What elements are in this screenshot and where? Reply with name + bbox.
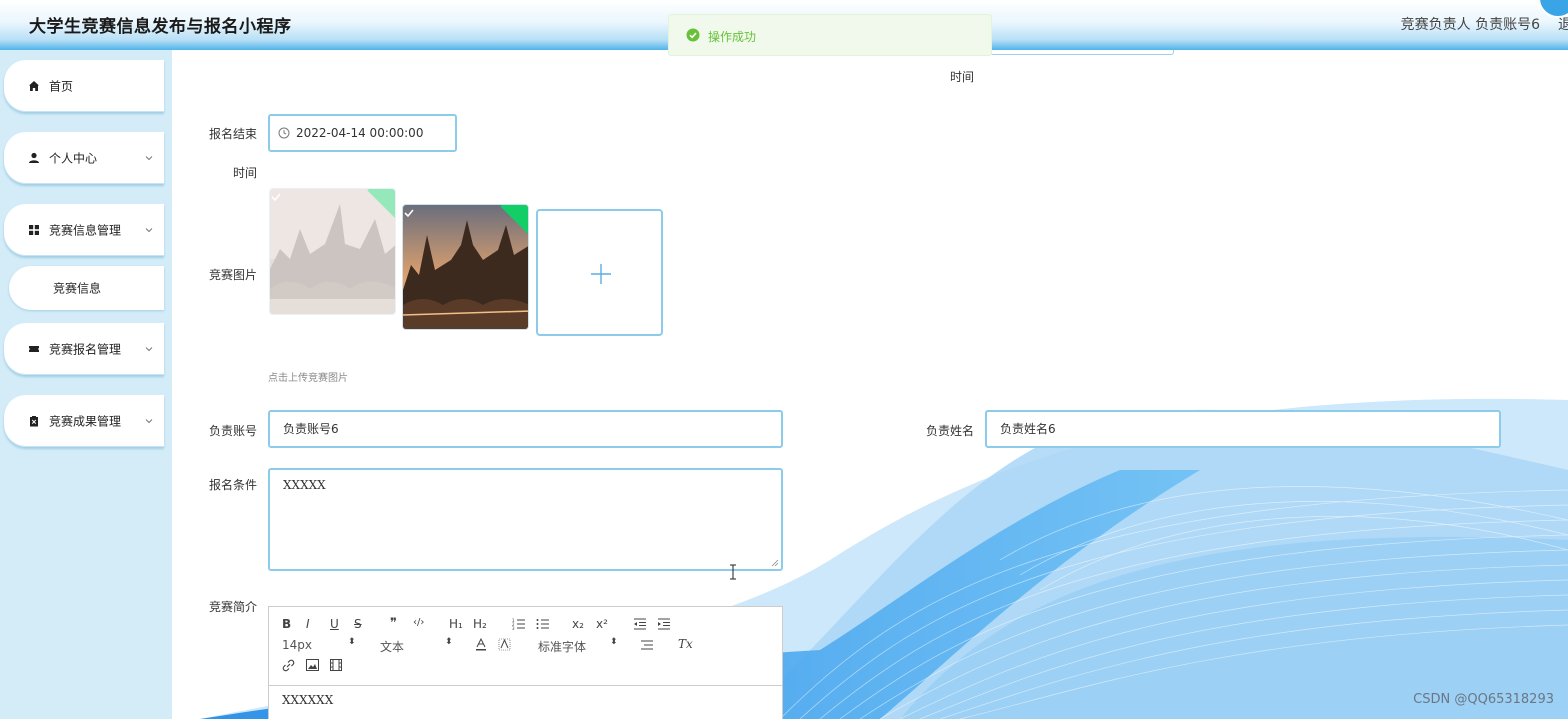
italic-button[interactable]: I [306, 617, 310, 631]
font-color-icon[interactable] [475, 638, 487, 651]
image-icon[interactable] [306, 659, 319, 671]
text-cursor-icon [730, 564, 736, 580]
ticket-icon [29, 346, 39, 352]
align-icon[interactable] [640, 639, 654, 651]
select-arrows-icon[interactable]: ⬍ [445, 637, 453, 647]
superscript-button[interactable]: x² [596, 617, 608, 631]
sidebar-item-results-management[interactable]: 竞赛成果管理 [4, 395, 164, 447]
background-color-icon[interactable] [498, 638, 511, 651]
sidebar-item-contest-info-management[interactable]: 竞赛信息管理 [4, 204, 164, 256]
condition-label: 报名条件 [209, 478, 258, 492]
user-role: 竞赛负责人 [1400, 17, 1471, 33]
end-time-label: 报名结束 [209, 127, 258, 141]
editor-content: XXXXXX [282, 693, 334, 707]
condition-textarea[interactable]: XXXXX [268, 468, 783, 571]
sidebar-subitem-contest-info[interactable]: 竞赛信息 [9, 266, 164, 310]
resize-handle-icon[interactable] [771, 559, 779, 567]
clipboard-icon [30, 416, 38, 427]
font-family-select[interactable]: 标准字体 [538, 638, 586, 655]
toast-message: 操作成功 [708, 30, 757, 44]
user-account: 负责账号6 [1475, 17, 1540, 33]
city-image [270, 189, 395, 314]
success-circle-icon [686, 28, 700, 42]
sidebar-item-label: 首页 [49, 79, 74, 94]
clear-format-button[interactable]: Tx [678, 637, 693, 651]
uploaded-image-2[interactable] [402, 204, 529, 330]
h2-button[interactable]: H₂ [473, 617, 487, 631]
account-label: 负责账号 [209, 424, 258, 438]
end-time-value: 2022-04-14 00:00:00 [296, 126, 424, 140]
city-image [403, 205, 528, 329]
user-info: 竞赛负责人 负责账号6 [1401, 14, 1540, 34]
upload-hint: 点击上传竞赛图片 [268, 373, 348, 384]
ordered-list-icon[interactable]: 123 [512, 618, 526, 630]
sidebar: 首页 个人中心 竞赛信息管理 竞赛信息 竞赛报名管理 竞赛成果管理 [0, 50, 172, 719]
sidebar-item-label: 竞赛报名管理 [49, 342, 122, 357]
sidebar-subitem-label: 竞赛信息 [53, 281, 102, 296]
sidebar-item-profile[interactable]: 个人中心 [4, 132, 164, 184]
h1-button[interactable]: H₁ [449, 617, 463, 631]
image-upload-button[interactable] [536, 209, 663, 336]
account-input[interactable]: 负责账号6 [268, 410, 783, 448]
success-toast: 操作成功 [668, 14, 992, 56]
avatar[interactable] [1538, 0, 1568, 18]
link-icon[interactable] [282, 659, 295, 672]
blockquote-button[interactable]: ❞ [390, 616, 397, 631]
grid-icon [29, 225, 39, 235]
chevron-down-icon [145, 156, 153, 161]
name-input[interactable]: 负责姓名6 [985, 410, 1501, 448]
watermark: CSDN @QQ65318293 [1413, 692, 1554, 707]
svg-text:3: 3 [512, 626, 515, 630]
rich-text-editor[interactable]: B I U S ❞ ‹/› H₁ H₂ 123 x₂ x² 14px ⬍ 文本 … [268, 606, 783, 719]
chevron-down-icon [145, 228, 153, 233]
select-arrows-icon[interactable]: ⬍ [348, 637, 356, 647]
editor-toolbar: B I U S ❞ ‹/› H₁ H₂ 123 x₂ x² 14px ⬍ 文本 … [269, 607, 782, 686]
home-icon [29, 81, 39, 91]
sidebar-item-label: 个人中心 [49, 151, 98, 166]
chevron-down-icon [145, 347, 153, 352]
check-icon [271, 193, 281, 202]
bold-button[interactable]: B [282, 617, 291, 631]
sidebar-item-label: 竞赛信息管理 [49, 223, 122, 238]
select-arrows-icon[interactable]: ⬍ [610, 637, 618, 647]
start-time-label-tail: 时间 [950, 70, 975, 84]
indent-icon[interactable] [657, 618, 671, 630]
outdent-icon[interactable] [633, 618, 647, 630]
name-label: 负责姓名 [926, 424, 975, 438]
code-button[interactable]: ‹/› [413, 617, 424, 628]
uploaded-image-1[interactable] [269, 188, 396, 315]
subscript-button[interactable]: x₂ [572, 617, 584, 631]
strike-button[interactable]: S [354, 617, 362, 631]
video-icon[interactable] [330, 659, 342, 671]
clock-icon [278, 127, 290, 139]
sidebar-item-registration-management[interactable]: 竞赛报名管理 [4, 323, 164, 375]
font-size-select[interactable]: 14px [282, 638, 312, 652]
user-icon [29, 152, 39, 163]
end-time-label-line2: 时间 [233, 166, 258, 180]
bullet-list-icon[interactable] [536, 618, 550, 630]
header-select[interactable]: 文本 [380, 638, 404, 655]
chevron-down-icon [145, 419, 153, 424]
intro-label: 竞赛简介 [209, 600, 258, 614]
contest-image-label: 竞赛图片 [209, 268, 258, 282]
sidebar-item-home[interactable]: 首页 [4, 60, 164, 112]
check-icon [404, 209, 414, 218]
main-content: 时间 报名结束 2022-04-14 00:00:00 时间 竞赛图片 点击上传… [172, 42, 1568, 719]
condition-text: XXXXX [283, 478, 326, 492]
end-time-picker[interactable]: 2022-04-14 00:00:00 [268, 114, 457, 152]
plus-icon [591, 264, 611, 284]
underline-button[interactable]: U [330, 617, 339, 631]
sidebar-item-label: 竞赛成果管理 [49, 414, 122, 429]
app-title: 大学生竞赛信息发布与报名小程序 [29, 17, 292, 37]
